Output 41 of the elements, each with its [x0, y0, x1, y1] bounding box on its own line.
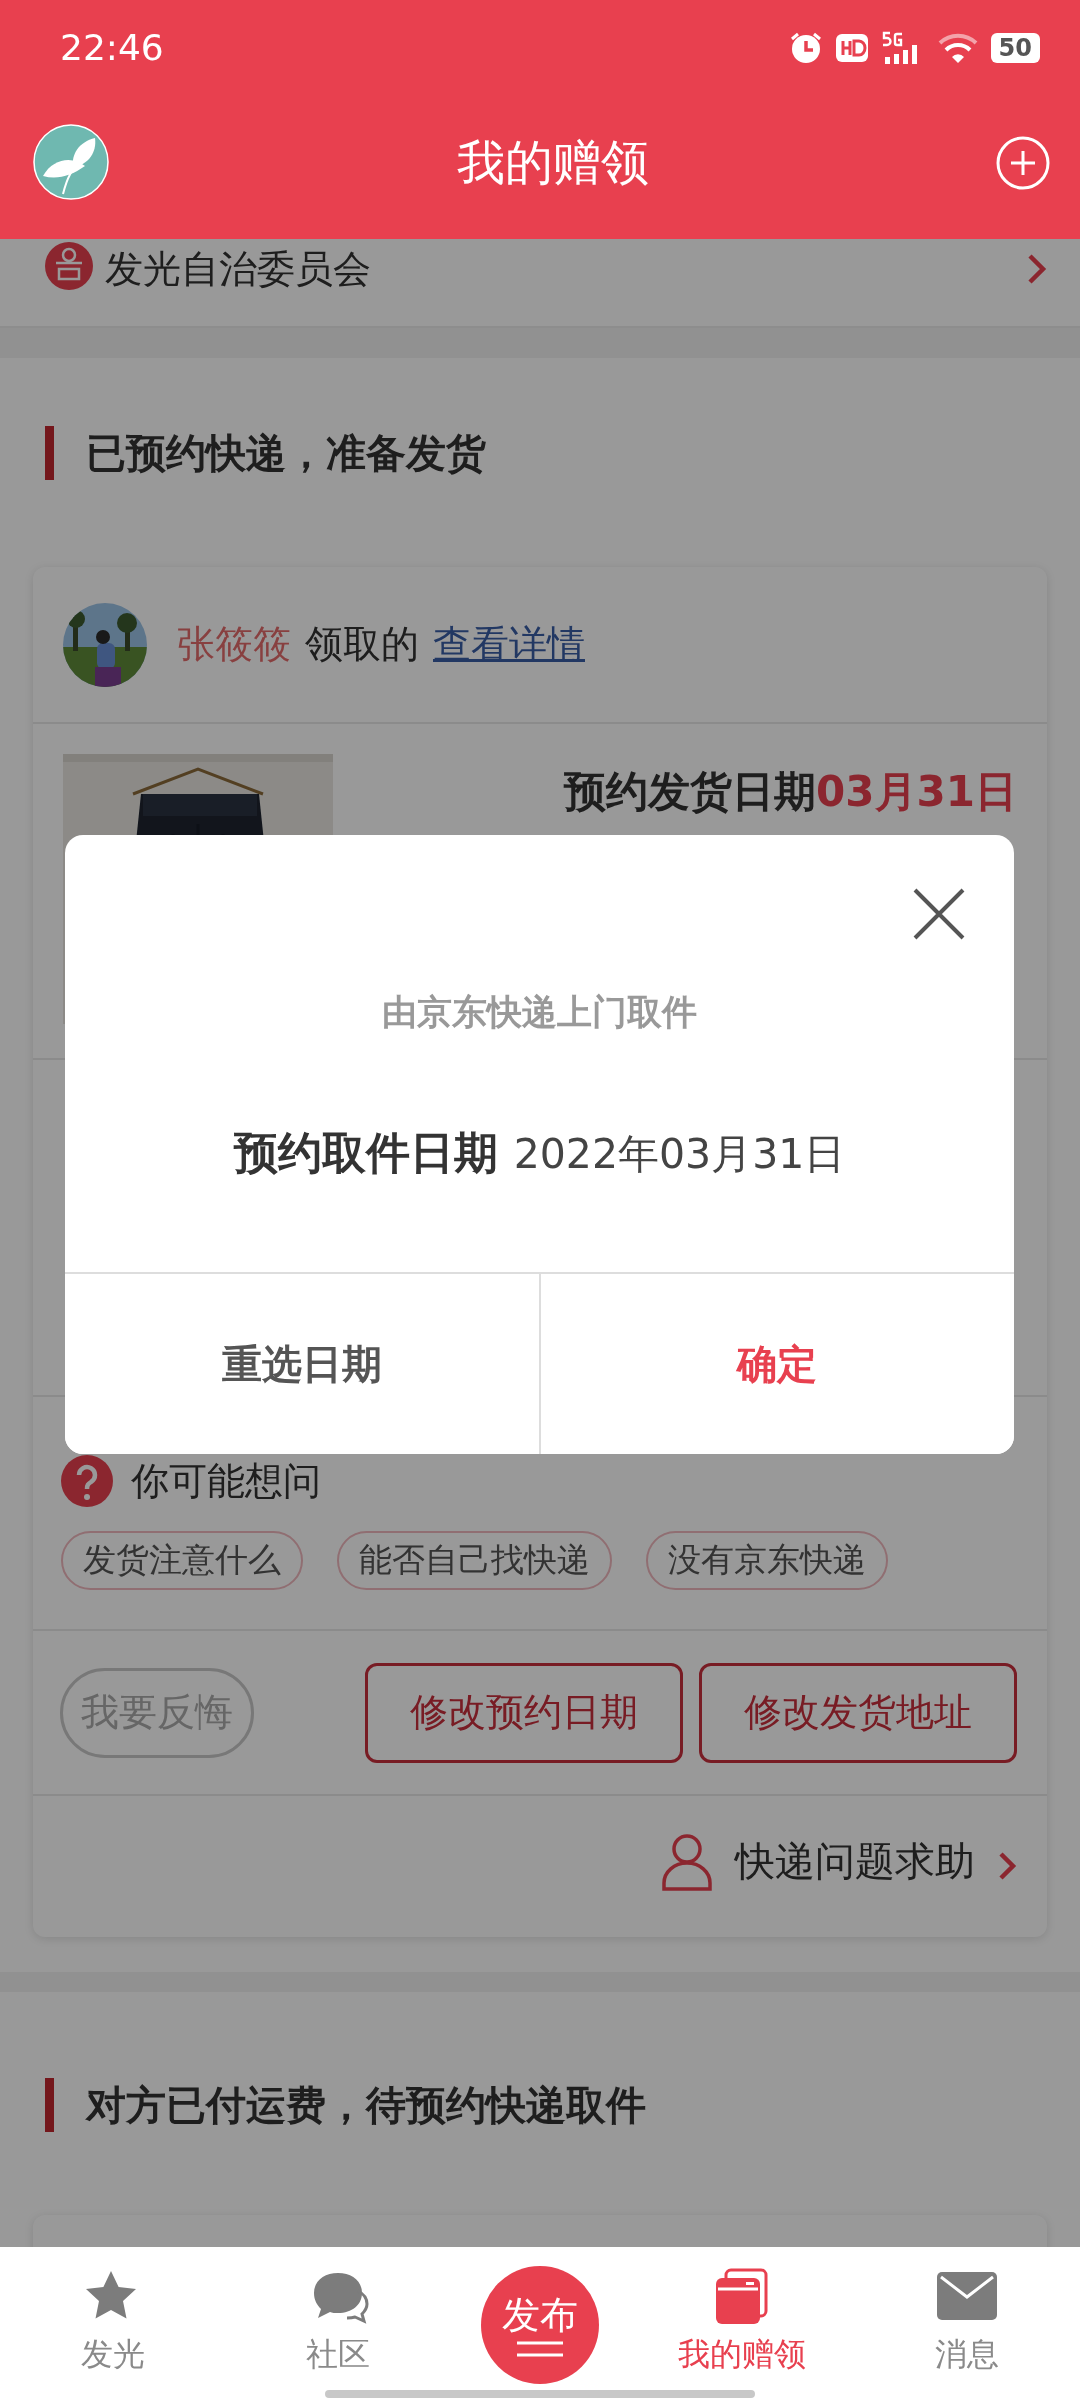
pickup-date: 2022年03月31日 [513, 1129, 846, 1180]
question-chip[interactable]: 发货注意什么 [61, 1531, 303, 1590]
chevron-right-icon [997, 1849, 1017, 1882]
questions-title: 你可能想问 [131, 1457, 321, 1505]
close-icon[interactable] [912, 887, 966, 941]
action-button[interactable]: 修改发货地址 [699, 1662, 1017, 1763]
help-link[interactable]: 快递问题求助 [661, 1832, 1017, 1891]
committee-name: 发光自治委员会 [105, 246, 372, 293]
question-chip[interactable]: 没有京东快递 [646, 1531, 888, 1590]
accent-bar [45, 426, 54, 480]
lines-icon [517, 2341, 563, 2357]
question-icon [61, 1455, 113, 1507]
reselect-button[interactable]: 重选日期 [65, 1274, 541, 1454]
alarm-icon [788, 30, 823, 65]
leaf-logo-icon[interactable] [33, 124, 109, 200]
nav-tab[interactable]: 消息 [854, 2247, 1080, 2377]
section-title: 对方已付运费，待预约快递取件 [86, 2080, 646, 2130]
battery-indicator: 50 [990, 32, 1040, 63]
nav-tab[interactable]: 我的赠领 [629, 2247, 855, 2377]
question-chip[interactable]: 能否自己找快递 [337, 1531, 612, 1590]
nav-tab[interactable]: 发光 [0, 2247, 226, 2377]
person-icon [661, 1832, 713, 1891]
wifi-icon [936, 31, 979, 64]
ship-date: 预约发货日期03月31日 [564, 766, 1017, 818]
committee-row[interactable]: 发光自治委员会 [0, 239, 1080, 328]
group-icon [45, 242, 93, 290]
publish-button[interactable]: 发布 [481, 2266, 599, 2384]
accent-bar [45, 2078, 54, 2132]
clock-time: 22:46 [60, 27, 164, 68]
pickup-label: 预约取件日期 [233, 1126, 498, 1180]
section-title: 已预约快递，准备发货 [86, 428, 486, 478]
nav-tab[interactable]: 社区 [225, 2247, 451, 2377]
claimed-label: 领取的 [305, 621, 419, 668]
dialog-subtitle: 由京东快递上门取件 [382, 991, 697, 1034]
chevron-right-icon [1026, 252, 1048, 286]
user-name[interactable]: 张筱筱 [177, 619, 291, 670]
action-button[interactable]: 修改预约日期 [365, 1662, 683, 1763]
details-link[interactable]: 查看详情 [433, 619, 585, 670]
page-title: 我的赠领 [455, 133, 650, 192]
hd-icon [834, 32, 869, 63]
add-icon[interactable] [996, 136, 1050, 190]
